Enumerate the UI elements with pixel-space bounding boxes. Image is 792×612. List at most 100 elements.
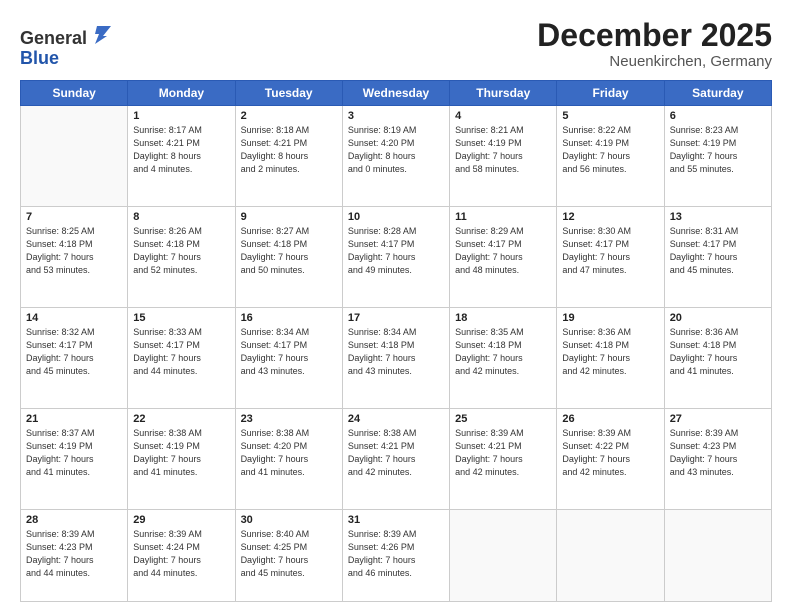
day-info: Sunrise: 8:34 AMSunset: 4:17 PMDaylight:… <box>241 326 337 378</box>
day-number: 5 <box>562 110 658 122</box>
calendar-cell: 7 Sunrise: 8:25 AMSunset: 4:18 PMDaylight… <box>21 207 128 308</box>
day-info: Sunrise: 8:39 AMSunset: 4:21 PMDaylight:… <box>455 427 551 479</box>
day-info: Sunrise: 8:28 AMSunset: 4:17 PMDaylight:… <box>348 225 444 277</box>
day-info: Sunrise: 8:39 AMSunset: 4:24 PMDaylight:… <box>133 528 229 580</box>
calendar-cell: 13 Sunrise: 8:31 AMSunset: 4:17 PMDayligh… <box>664 207 771 308</box>
day-info: Sunrise: 8:39 AMSunset: 4:26 PMDaylight:… <box>348 528 444 580</box>
calendar-cell: 11 Sunrise: 8:29 AMSunset: 4:17 PMDayligh… <box>450 207 557 308</box>
logo-text: General Blue <box>20 22 111 69</box>
day-number: 25 <box>455 413 551 425</box>
day-number: 13 <box>670 211 766 223</box>
day-info: Sunrise: 8:25 AMSunset: 4:18 PMDaylight:… <box>26 225 122 277</box>
day-info: Sunrise: 8:39 AMSunset: 4:22 PMDaylight:… <box>562 427 658 479</box>
day-info: Sunrise: 8:23 AMSunset: 4:19 PMDaylight:… <box>670 124 766 176</box>
calendar-cell: 19 Sunrise: 8:36 AMSunset: 4:18 PMDayligh… <box>557 308 664 409</box>
weekday-header-monday: Monday <box>128 81 235 106</box>
calendar-cell: 26 Sunrise: 8:39 AMSunset: 4:22 PMDayligh… <box>557 409 664 510</box>
page: General Blue December 2025 Neuenkirchen,… <box>0 0 792 612</box>
day-info: Sunrise: 8:38 AMSunset: 4:19 PMDaylight:… <box>133 427 229 479</box>
weekday-header-wednesday: Wednesday <box>342 81 449 106</box>
day-info: Sunrise: 8:38 AMSunset: 4:21 PMDaylight:… <box>348 427 444 479</box>
calendar-cell: 3 Sunrise: 8:19 AMSunset: 4:20 PMDaylight… <box>342 106 449 207</box>
day-info: Sunrise: 8:29 AMSunset: 4:17 PMDaylight:… <box>455 225 551 277</box>
calendar-cell: 5Sunrise: 8:22 AMSunset: 4:19 PMDaylight… <box>557 106 664 207</box>
calendar-cell: 23 Sunrise: 8:38 AMSunset: 4:20 PMDayligh… <box>235 409 342 510</box>
day-number: 17 <box>348 312 444 324</box>
day-number: 20 <box>670 312 766 324</box>
title-block: December 2025 Neuenkirchen, Germany <box>537 18 772 70</box>
logo: General Blue <box>20 22 111 69</box>
day-number: 28 <box>26 514 122 526</box>
calendar-cell: 10 Sunrise: 8:28 AMSunset: 4:17 PMDayligh… <box>342 207 449 308</box>
calendar-cell <box>557 510 664 602</box>
day-number: 30 <box>241 514 337 526</box>
calendar-week-3: 14Sunrise: 8:32 AMSunset: 4:17 PMDayligh… <box>21 308 772 409</box>
day-info: Sunrise: 8:31 AMSunset: 4:17 PMDaylight:… <box>670 225 766 277</box>
location: Neuenkirchen, Germany <box>537 53 772 70</box>
day-info: Sunrise: 8:26 AMSunset: 4:18 PMDaylight:… <box>133 225 229 277</box>
day-number: 11 <box>455 211 551 223</box>
calendar-cell: 25 Sunrise: 8:39 AMSunset: 4:21 PMDayligh… <box>450 409 557 510</box>
day-info: Sunrise: 8:27 AMSunset: 4:18 PMDaylight:… <box>241 225 337 277</box>
day-info: Sunrise: 8:19 AMSunset: 4:20 PMDaylight:… <box>348 124 444 176</box>
calendar-week-1: 1Sunrise: 8:17 AMSunset: 4:21 PMDaylight… <box>21 106 772 207</box>
calendar-cell: 6 Sunrise: 8:23 AMSunset: 4:19 PMDaylight… <box>664 106 771 207</box>
logo-general: General <box>20 28 87 48</box>
calendar-cell: 22 Sunrise: 8:38 AMSunset: 4:19 PMDayligh… <box>128 409 235 510</box>
calendar-cell: 29 Sunrise: 8:39 AMSunset: 4:24 PMDayligh… <box>128 510 235 602</box>
day-number: 1 <box>133 110 229 122</box>
calendar-cell: 27 Sunrise: 8:39 AMSunset: 4:23 PMDayligh… <box>664 409 771 510</box>
day-number: 29 <box>133 514 229 526</box>
day-info: Sunrise: 8:36 AMSunset: 4:18 PMDaylight:… <box>562 326 658 378</box>
calendar-cell: 21 Sunrise: 8:37 AMSunset: 4:19 PMDayligh… <box>21 409 128 510</box>
day-number: 27 <box>670 413 766 425</box>
day-number: 3 <box>348 110 444 122</box>
day-number: 2 <box>241 110 337 122</box>
day-info: Sunrise: 8:37 AMSunset: 4:19 PMDaylight:… <box>26 427 122 479</box>
day-info: Sunrise: 8:32 AMSunset: 4:17 PMDaylight:… <box>26 326 122 378</box>
day-number: 23 <box>241 413 337 425</box>
calendar-cell: 12Sunrise: 8:30 AMSunset: 4:17 PMDayligh… <box>557 207 664 308</box>
calendar-cell: 31Sunrise: 8:39 AMSunset: 4:26 PMDayligh… <box>342 510 449 602</box>
day-number: 8 <box>133 211 229 223</box>
calendar-cell: 8 Sunrise: 8:26 AMSunset: 4:18 PMDaylight… <box>128 207 235 308</box>
weekday-header-sunday: Sunday <box>21 81 128 106</box>
calendar-week-5: 28Sunrise: 8:39 AMSunset: 4:23 PMDayligh… <box>21 510 772 602</box>
day-info: Sunrise: 8:18 AMSunset: 4:21 PMDaylight:… <box>241 124 337 176</box>
day-info: Sunrise: 8:36 AMSunset: 4:18 PMDaylight:… <box>670 326 766 378</box>
header: General Blue December 2025 Neuenkirchen,… <box>20 18 772 70</box>
day-info: Sunrise: 8:38 AMSunset: 4:20 PMDaylight:… <box>241 427 337 479</box>
day-info: Sunrise: 8:33 AMSunset: 4:17 PMDaylight:… <box>133 326 229 378</box>
calendar-cell: 9Sunrise: 8:27 AMSunset: 4:18 PMDaylight… <box>235 207 342 308</box>
day-info: Sunrise: 8:34 AMSunset: 4:18 PMDaylight:… <box>348 326 444 378</box>
calendar-cell: 28Sunrise: 8:39 AMSunset: 4:23 PMDayligh… <box>21 510 128 602</box>
weekday-header-tuesday: Tuesday <box>235 81 342 106</box>
calendar-cell: 1Sunrise: 8:17 AMSunset: 4:21 PMDaylight… <box>128 106 235 207</box>
calendar-cell <box>21 106 128 207</box>
calendar-cell: 4Sunrise: 8:21 AMSunset: 4:19 PMDaylight… <box>450 106 557 207</box>
calendar-cell: 15 Sunrise: 8:33 AMSunset: 4:17 PMDayligh… <box>128 308 235 409</box>
calendar-cell: 14Sunrise: 8:32 AMSunset: 4:17 PMDayligh… <box>21 308 128 409</box>
day-info: Sunrise: 8:39 AMSunset: 4:23 PMDaylight:… <box>670 427 766 479</box>
calendar-week-2: 7 Sunrise: 8:25 AMSunset: 4:18 PMDaylight… <box>21 207 772 308</box>
weekday-header-thursday: Thursday <box>450 81 557 106</box>
day-number: 6 <box>670 110 766 122</box>
day-number: 15 <box>133 312 229 324</box>
day-number: 21 <box>26 413 122 425</box>
day-number: 18 <box>455 312 551 324</box>
day-info: Sunrise: 8:30 AMSunset: 4:17 PMDaylight:… <box>562 225 658 277</box>
day-info: Sunrise: 8:21 AMSunset: 4:19 PMDaylight:… <box>455 124 551 176</box>
calendar-cell: 18Sunrise: 8:35 AMSunset: 4:18 PMDayligh… <box>450 308 557 409</box>
logo-bird-icon <box>89 22 111 44</box>
calendar-cell <box>664 510 771 602</box>
day-number: 7 <box>26 211 122 223</box>
day-number: 22 <box>133 413 229 425</box>
calendar-week-4: 21 Sunrise: 8:37 AMSunset: 4:19 PMDayligh… <box>21 409 772 510</box>
month-title: December 2025 <box>537 18 772 53</box>
calendar-cell <box>450 510 557 602</box>
calendar-cell: 20 Sunrise: 8:36 AMSunset: 4:18 PMDayligh… <box>664 308 771 409</box>
day-number: 19 <box>562 312 658 324</box>
day-number: 10 <box>348 211 444 223</box>
day-number: 26 <box>562 413 658 425</box>
calendar-cell: 24Sunrise: 8:38 AMSunset: 4:21 PMDayligh… <box>342 409 449 510</box>
